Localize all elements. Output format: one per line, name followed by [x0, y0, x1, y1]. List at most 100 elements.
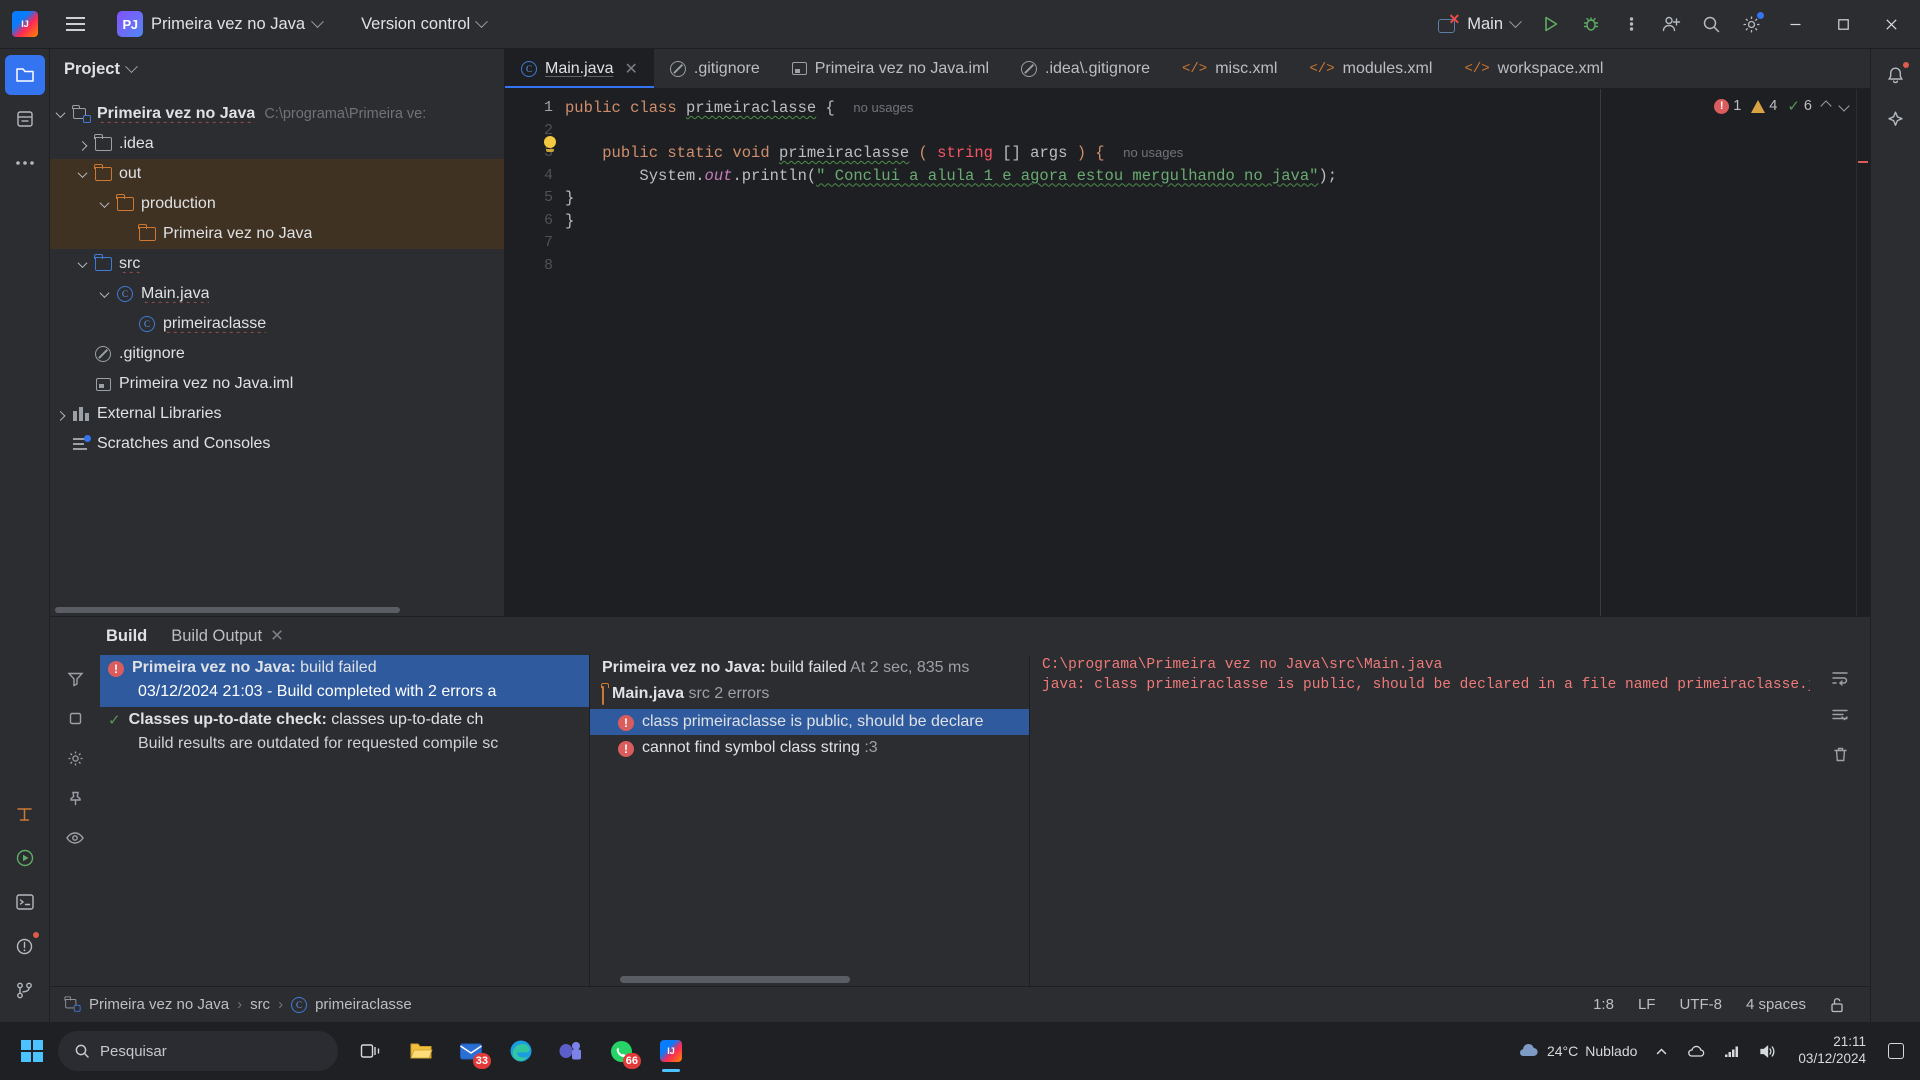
tree-node-gitignore[interactable]: .gitignore: [50, 339, 504, 369]
project-tree[interactable]: Primeira vez no Java C:\programa\Primeir…: [50, 89, 504, 606]
start-button[interactable]: [10, 1029, 54, 1073]
tree-node-idea[interactable]: .idea: [50, 129, 504, 159]
code-editor[interactable]: 1 2 3 4 5 6 7 8 public class primeiracla…: [505, 89, 1870, 616]
build-detail-horizontal-scrollbar[interactable]: [620, 976, 850, 983]
close-button[interactable]: [1868, 4, 1914, 44]
chevron-down-icon[interactable]: [50, 107, 70, 118]
chevron-up-icon[interactable]: [1649, 1041, 1674, 1062]
notification-icon[interactable]: [1882, 1039, 1910, 1063]
editor-gutter[interactable]: 1 2 3 4 5 6 7 8: [505, 89, 565, 616]
onedrive-icon[interactable]: [1680, 1040, 1712, 1063]
intention-bulb-icon[interactable]: [541, 136, 558, 153]
tree-node-out-artifact[interactable]: Primeira vez no Java: [50, 219, 504, 249]
build-detail-tree[interactable]: Primeira vez no Java: build failed At 2 …: [590, 655, 1030, 986]
inspection-widget[interactable]: ! 1 4 ✓ 6: [1714, 97, 1850, 115]
editor-tab-idea-gitignore[interactable]: .idea\.gitignore: [1005, 49, 1166, 88]
tree-node-iml[interactable]: Primeira vez no Java.iml: [50, 369, 504, 399]
version-control-widget[interactable]: Version control: [351, 10, 496, 39]
terminal-tool-button[interactable]: [5, 882, 45, 922]
chevron-right-icon[interactable]: [50, 410, 70, 421]
next-problem-button[interactable]: [1838, 100, 1850, 112]
chevron-right-icon[interactable]: [72, 140, 92, 151]
caret-position[interactable]: 1:8: [1581, 996, 1626, 1013]
indent-setting[interactable]: 4 spaces: [1734, 996, 1818, 1013]
gear-icon[interactable]: [1732, 5, 1770, 43]
editor-tab-workspace-xml[interactable]: </> workspace.xml: [1448, 49, 1619, 88]
mail-icon[interactable]: 33: [448, 1028, 494, 1074]
inspection-scrollbar[interactable]: [1856, 89, 1870, 616]
maximize-button[interactable]: [1820, 4, 1866, 44]
editor-tab-gitignore[interactable]: .gitignore: [654, 49, 776, 88]
edge-icon[interactable]: [498, 1028, 544, 1074]
more-actions-button[interactable]: [1612, 5, 1650, 43]
main-menu-button[interactable]: [58, 7, 92, 41]
error-marker[interactable]: [1858, 161, 1868, 163]
weather-widget[interactable]: 24°C Nublado: [1510, 1038, 1643, 1064]
project-tool-button[interactable]: [4, 55, 45, 95]
filter-icon[interactable]: [60, 663, 90, 693]
tree-node-project-root[interactable]: Primeira vez no Java C:\programa\Primeir…: [50, 99, 504, 129]
close-icon[interactable]: ✕: [270, 626, 284, 646]
network-icon[interactable]: [1718, 1040, 1747, 1063]
add-user-icon[interactable]: [1652, 5, 1690, 43]
pin-icon[interactable]: [60, 783, 90, 813]
minimize-button[interactable]: [1772, 4, 1818, 44]
tree-node-primeiraclasse[interactable]: C primeiraclasse: [50, 309, 504, 339]
chevron-down-icon[interactable]: [72, 167, 92, 178]
version-control-tool-button[interactable]: [5, 970, 45, 1010]
previous-problem-button[interactable]: [1820, 100, 1832, 112]
unlock-icon[interactable]: [1818, 997, 1856, 1013]
settings-icon[interactable]: [60, 743, 90, 773]
file-encoding[interactable]: UTF-8: [1667, 996, 1734, 1013]
chevron-down-icon[interactable]: [125, 59, 138, 73]
tree-node-production[interactable]: production: [50, 189, 504, 219]
taskbar-clock[interactable]: 21:11 03/12/2024: [1788, 1034, 1876, 1068]
editor-tab-main-java[interactable]: C Main.java ✕: [505, 49, 654, 88]
debug-button[interactable]: [1572, 5, 1610, 43]
trash-icon[interactable]: [1825, 739, 1855, 769]
run-tool-button[interactable]: [5, 838, 45, 878]
build-error-item[interactable]: ! class primeiraclasse is public, should…: [590, 709, 1029, 735]
build-error-item[interactable]: ! cannot find symbol class string :3: [590, 735, 1029, 761]
task-view-icon[interactable]: [348, 1028, 394, 1074]
close-icon[interactable]: ✕: [624, 59, 637, 79]
search-icon[interactable]: [1692, 5, 1730, 43]
breadcrumb-item-src[interactable]: src: [250, 996, 270, 1013]
build-detail-file-node[interactable]: Main.java src 2 errors: [590, 681, 1029, 709]
project-widget[interactable]: PJ Primeira vez no Java: [108, 6, 331, 42]
code-content[interactable]: public class primeiraclasse { no usages …: [565, 89, 1870, 616]
editor-tab-iml[interactable]: Primeira vez no Java.iml: [776, 49, 1005, 88]
intellij-taskbar-icon[interactable]: IJ: [648, 1028, 694, 1074]
inspection-warnings[interactable]: 4: [1751, 98, 1777, 114]
soft-wrap-icon[interactable]: [1825, 663, 1855, 693]
more-tool-windows-button[interactable]: [5, 143, 45, 183]
tree-node-src[interactable]: src: [50, 249, 504, 279]
project-panel-horizontal-scrollbar[interactable]: [50, 606, 504, 614]
tab-build-output[interactable]: Build Output ✕: [171, 626, 284, 646]
file-explorer-icon[interactable]: [398, 1028, 444, 1074]
tree-node-out[interactable]: out: [50, 159, 504, 189]
structure-tool-button[interactable]: [5, 794, 45, 834]
commit-tool-button[interactable]: [5, 99, 45, 139]
inspection-checks[interactable]: ✓ 6: [1787, 97, 1812, 115]
chevron-down-icon[interactable]: [72, 257, 92, 268]
scroll-end-icon[interactable]: [1825, 701, 1855, 731]
console-file-path[interactable]: C:\programa\Primeira vez no Java\src\Mai…: [1030, 655, 1810, 675]
taskbar-search-input[interactable]: Pesquisar: [58, 1031, 338, 1071]
build-event-row[interactable]: ! Primeira vez no Java: build failed: [100, 655, 589, 681]
build-event-row[interactable]: ✓ Classes up-to-date check: classes up-t…: [100, 707, 589, 733]
ai-assistant-button[interactable]: [1876, 99, 1916, 139]
run-button[interactable]: [1532, 5, 1570, 43]
editor-tab-misc-xml[interactable]: </> misc.xml: [1166, 49, 1293, 88]
chevron-down-icon[interactable]: [94, 287, 114, 298]
build-events-tree[interactable]: ! Primeira vez no Java: build failed 03/…: [100, 655, 590, 986]
build-console[interactable]: C:\programa\Primeira vez no Java\src\Mai…: [1030, 655, 1810, 986]
eye-icon[interactable]: [60, 823, 90, 853]
notifications-button[interactable]: [1876, 55, 1916, 95]
teams-icon[interactable]: [548, 1028, 594, 1074]
line-separator[interactable]: LF: [1626, 996, 1668, 1013]
breadcrumb-item-project[interactable]: Primeira vez no Java: [64, 996, 229, 1013]
tree-node-scratches[interactable]: Scratches and Consoles: [50, 429, 504, 459]
tab-build[interactable]: Build: [106, 627, 147, 646]
problems-tool-button[interactable]: [5, 926, 45, 966]
